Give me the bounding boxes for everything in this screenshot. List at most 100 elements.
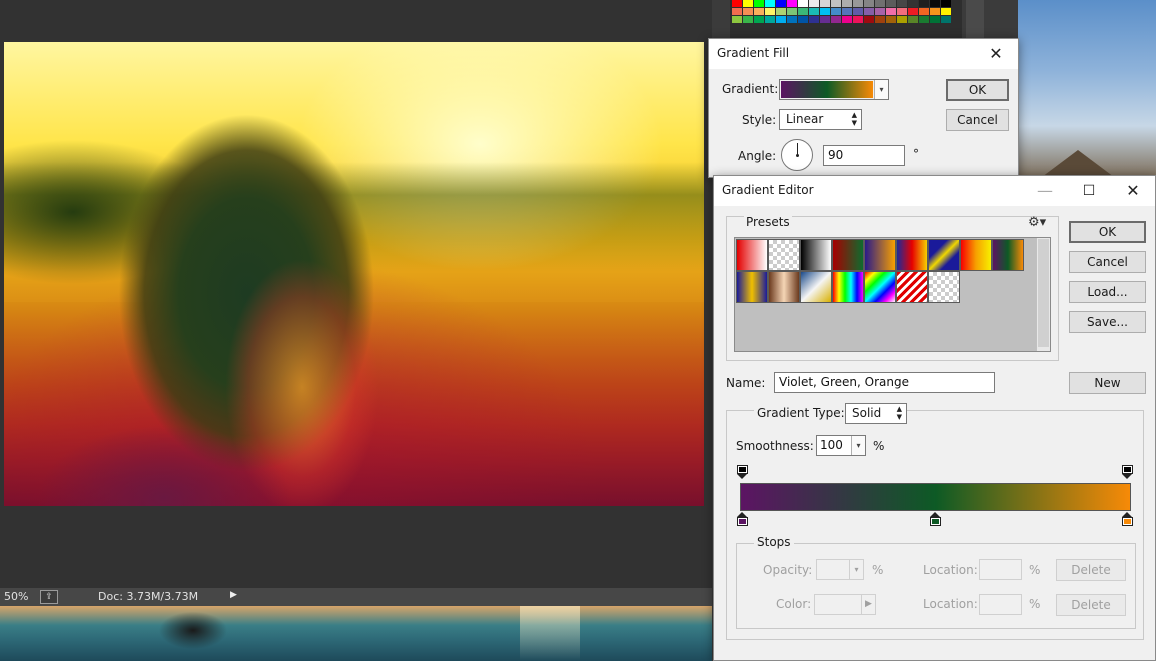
- color-swatch[interactable]: [787, 8, 797, 15]
- smoothness-input[interactable]: 100 ▾: [816, 435, 866, 456]
- color-swatch[interactable]: [831, 0, 841, 7]
- delete-color-stop-button[interactable]: Delete: [1056, 594, 1126, 616]
- cancel-button[interactable]: Cancel: [1069, 251, 1146, 273]
- color-swatch[interactable]: [875, 16, 885, 23]
- maximize-icon[interactable]: ☐: [1067, 176, 1111, 206]
- color-swatch[interactable]: [809, 0, 819, 7]
- color-swatch[interactable]: [798, 16, 808, 23]
- color-swatch[interactable]: [831, 16, 841, 23]
- color-swatch[interactable]: [853, 16, 863, 23]
- zoom-level[interactable]: 50%: [4, 590, 28, 603]
- color-swatch[interactable]: [897, 0, 907, 7]
- color-swatch[interactable]: [754, 0, 764, 7]
- gradient-preset[interactable]: [832, 239, 864, 271]
- color-swatch[interactable]: [930, 8, 940, 15]
- gradient-preset[interactable]: [896, 239, 928, 271]
- color-swatch[interactable]: [941, 8, 951, 15]
- color-swatch[interactable]: [787, 0, 797, 7]
- document-canvas-photo[interactable]: [4, 42, 704, 506]
- color-swatch[interactable]: [798, 0, 808, 7]
- color-swatch[interactable]: [765, 16, 775, 23]
- color-swatch[interactable]: [754, 16, 764, 23]
- color-stop-violet[interactable]: [737, 512, 748, 526]
- opacity-location-input[interactable]: [979, 559, 1022, 580]
- color-swatch[interactable]: [864, 16, 874, 23]
- color-swatch[interactable]: [820, 0, 830, 7]
- color-swatch[interactable]: [853, 8, 863, 15]
- gradient-preset[interactable]: [832, 271, 864, 303]
- color-swatch[interactable]: [853, 0, 863, 7]
- style-select[interactable]: Linear ▲ ▼: [779, 109, 862, 130]
- gradient-preview[interactable]: [781, 81, 873, 98]
- opacity-input[interactable]: ▾: [816, 559, 864, 580]
- color-swatch[interactable]: [732, 16, 742, 23]
- color-swatch[interactable]: [798, 8, 808, 15]
- minimize-icon[interactable]: —: [1023, 176, 1067, 206]
- color-swatch[interactable]: [919, 8, 929, 15]
- gradient-preset[interactable]: [896, 271, 928, 303]
- color-swatch[interactable]: [864, 0, 874, 7]
- color-stop-green[interactable]: [930, 512, 941, 526]
- stop-color-swatch[interactable]: ▶: [814, 594, 876, 615]
- color-swatch[interactable]: [908, 16, 918, 23]
- gradient-preset[interactable]: [736, 271, 768, 303]
- gradient-preset[interactable]: [960, 239, 992, 271]
- color-swatch[interactable]: [941, 16, 951, 23]
- new-button[interactable]: New: [1069, 372, 1146, 394]
- ok-button[interactable]: OK: [1069, 221, 1146, 243]
- color-swatch[interactable]: [930, 16, 940, 23]
- color-swatch[interactable]: [765, 0, 775, 7]
- gradient-preset[interactable]: [864, 271, 896, 303]
- color-stop-orange[interactable]: [1122, 512, 1133, 526]
- color-swatch[interactable]: [809, 8, 819, 15]
- swatches-scrollbar[interactable]: [966, 0, 984, 40]
- color-swatch[interactable]: [842, 16, 852, 23]
- color-swatch[interactable]: [897, 16, 907, 23]
- color-swatch[interactable]: [919, 0, 929, 7]
- gradient-preset[interactable]: [992, 239, 1024, 271]
- gradient-editor-titlebar[interactable]: Gradient Editor — ☐ ✕: [714, 176, 1155, 206]
- opacity-stop-right[interactable]: [1122, 465, 1133, 479]
- color-swatch[interactable]: [732, 8, 742, 15]
- presets-scrollbar[interactable]: [1036, 238, 1050, 351]
- color-swatch[interactable]: [831, 8, 841, 15]
- color-swatch[interactable]: [776, 8, 786, 15]
- gradient-preset[interactable]: [736, 239, 768, 271]
- gradient-preset[interactable]: [928, 239, 960, 271]
- name-input[interactable]: Violet, Green, Orange: [774, 372, 995, 393]
- color-swatch[interactable]: [908, 0, 918, 7]
- color-swatch[interactable]: [754, 8, 764, 15]
- color-swatch[interactable]: [842, 0, 852, 7]
- color-swatch[interactable]: [842, 8, 852, 15]
- gradient-type-select[interactable]: Solid ▲ ▼: [845, 403, 907, 424]
- close-icon[interactable]: ✕: [974, 39, 1018, 69]
- color-swatch[interactable]: [776, 0, 786, 7]
- color-swatch[interactable]: [743, 8, 753, 15]
- load-button[interactable]: Load...: [1069, 281, 1146, 303]
- color-swatch[interactable]: [886, 0, 896, 7]
- gradient-preset[interactable]: [768, 239, 800, 271]
- color-swatch[interactable]: [930, 0, 940, 7]
- color-swatch[interactable]: [886, 8, 896, 15]
- close-icon[interactable]: ✕: [1111, 176, 1155, 206]
- save-button[interactable]: Save...: [1069, 311, 1146, 333]
- angle-dial[interactable]: [781, 139, 813, 171]
- color-swatch[interactable]: [886, 16, 896, 23]
- gradient-preset[interactable]: [928, 271, 960, 303]
- color-location-input[interactable]: [979, 594, 1022, 615]
- gradient-preset[interactable]: [800, 239, 832, 271]
- gradient-bar[interactable]: [740, 483, 1131, 511]
- color-swatch[interactable]: [732, 0, 742, 7]
- color-swatch[interactable]: [908, 8, 918, 15]
- color-swatch[interactable]: [776, 16, 786, 23]
- color-swatch[interactable]: [941, 0, 951, 7]
- play-triangle-icon[interactable]: ▶: [230, 590, 237, 600]
- presets-scroll-thumb[interactable]: [1038, 239, 1049, 347]
- color-swatch[interactable]: [809, 16, 819, 23]
- color-swatch[interactable]: [897, 8, 907, 15]
- gradient-preset[interactable]: [768, 271, 800, 303]
- opacity-stop-left[interactable]: [737, 465, 748, 479]
- color-swatch[interactable]: [820, 16, 830, 23]
- gradient-picker[interactable]: ▾: [779, 79, 889, 100]
- angle-input[interactable]: 90: [823, 145, 905, 166]
